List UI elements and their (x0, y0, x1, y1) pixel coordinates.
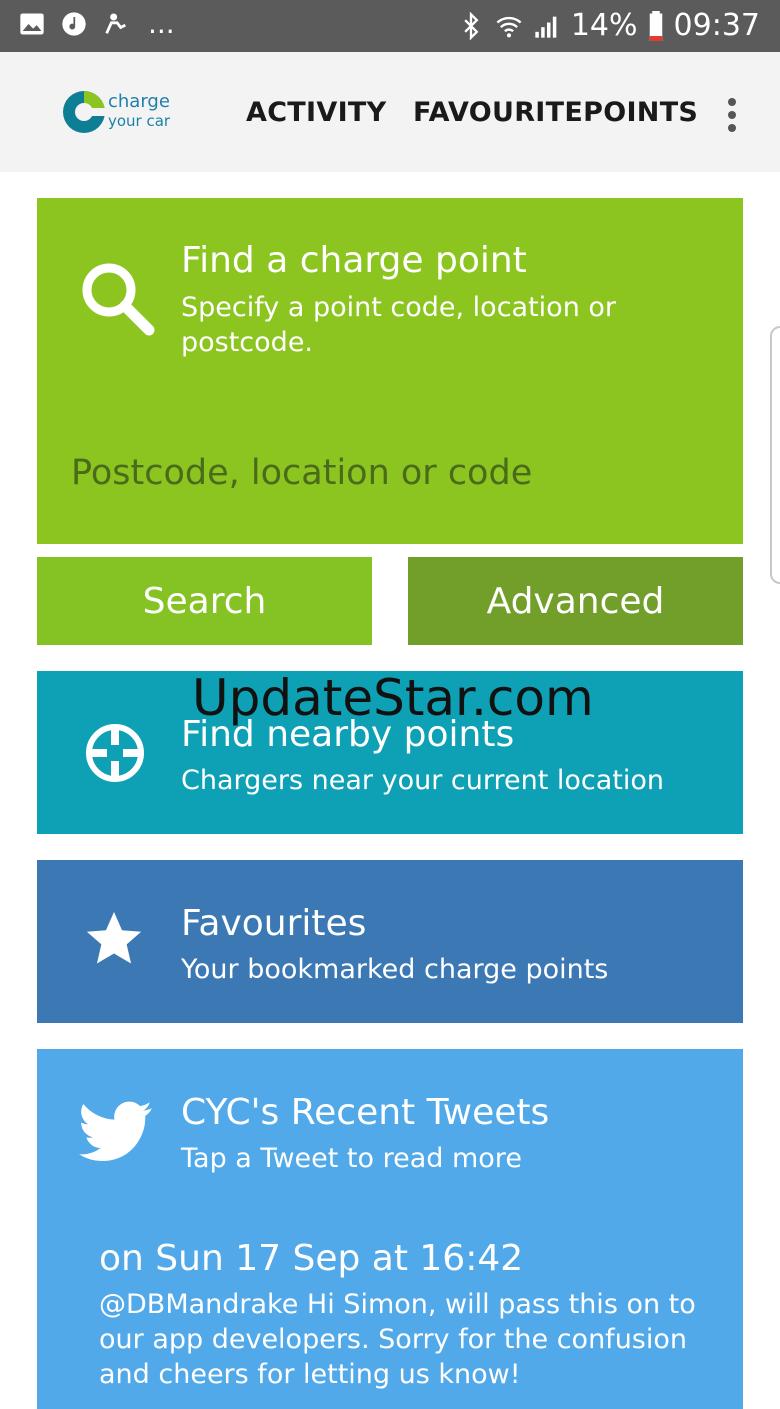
find-nearby-card[interactable]: Find nearby points Chargers near your cu… (37, 671, 743, 834)
battery-percent: 14% (570, 8, 638, 43)
app-bar: charge your car ACTIVITY FAVOURITEPOINTS (0, 52, 780, 172)
tweets-title: CYC's Recent Tweets (181, 1092, 550, 1133)
favourites-card[interactable]: Favourites Your bookmarked charge points (37, 860, 743, 1023)
logo-text-charge: charge (108, 91, 170, 112)
tweet-date: on Sun 17 Sep at 16:42 (99, 1238, 524, 1279)
accessibility-icon (105, 13, 126, 34)
logo-text-your-car: your car (108, 112, 171, 130)
tab-activity[interactable]: ACTIVITY (246, 96, 387, 130)
find-subtitle: Specify a point code, location or postco… (181, 292, 617, 358)
gallery-icon (20, 13, 44, 35)
favourites-title: Favourites (181, 903, 367, 944)
edge-panel-handle[interactable] (770, 326, 780, 584)
search-icon (82, 263, 155, 336)
recent-tweets-card[interactable]: CYC's Recent Tweets Tap a Tweet to read … (37, 1049, 743, 1409)
wifi-icon (496, 16, 522, 38)
bluetooth-icon (464, 12, 479, 40)
search-button[interactable]: Search (37, 557, 372, 645)
advanced-button[interactable]: Advanced (408, 557, 743, 645)
favourites-subtitle: Your bookmarked charge points (181, 954, 609, 985)
twitter-bird-icon (79, 1101, 152, 1161)
tweets-subtitle: Tap a Tweet to read more (181, 1143, 522, 1174)
status-bar: ... 14% 09:37 (0, 0, 780, 52)
find-title: Find a charge point (181, 240, 527, 281)
music-icon (62, 12, 86, 36)
logo-mark-icon (63, 91, 106, 133)
battery-icon (649, 11, 662, 41)
signal-icon (535, 16, 557, 38)
clock: 09:37 (673, 8, 760, 43)
overflow-menu-icon[interactable] (720, 94, 744, 134)
search-input[interactable] (71, 450, 711, 496)
nearby-title: Find nearby points (181, 714, 515, 755)
crosshair-icon (86, 724, 144, 782)
charge-your-car-logo[interactable]: charge your car (62, 90, 172, 136)
star-icon (86, 911, 142, 964)
more-notifications: ... (148, 7, 175, 40)
find-charge-point-card: Find a charge point Specify a point code… (37, 198, 743, 544)
tweet-text[interactable]: @DBMandrake Hi Simon, will pass this on … (99, 1287, 719, 1392)
nearby-subtitle: Chargers near your current location (181, 765, 664, 796)
tab-favouritepoints[interactable]: FAVOURITEPOINTS (413, 96, 698, 130)
